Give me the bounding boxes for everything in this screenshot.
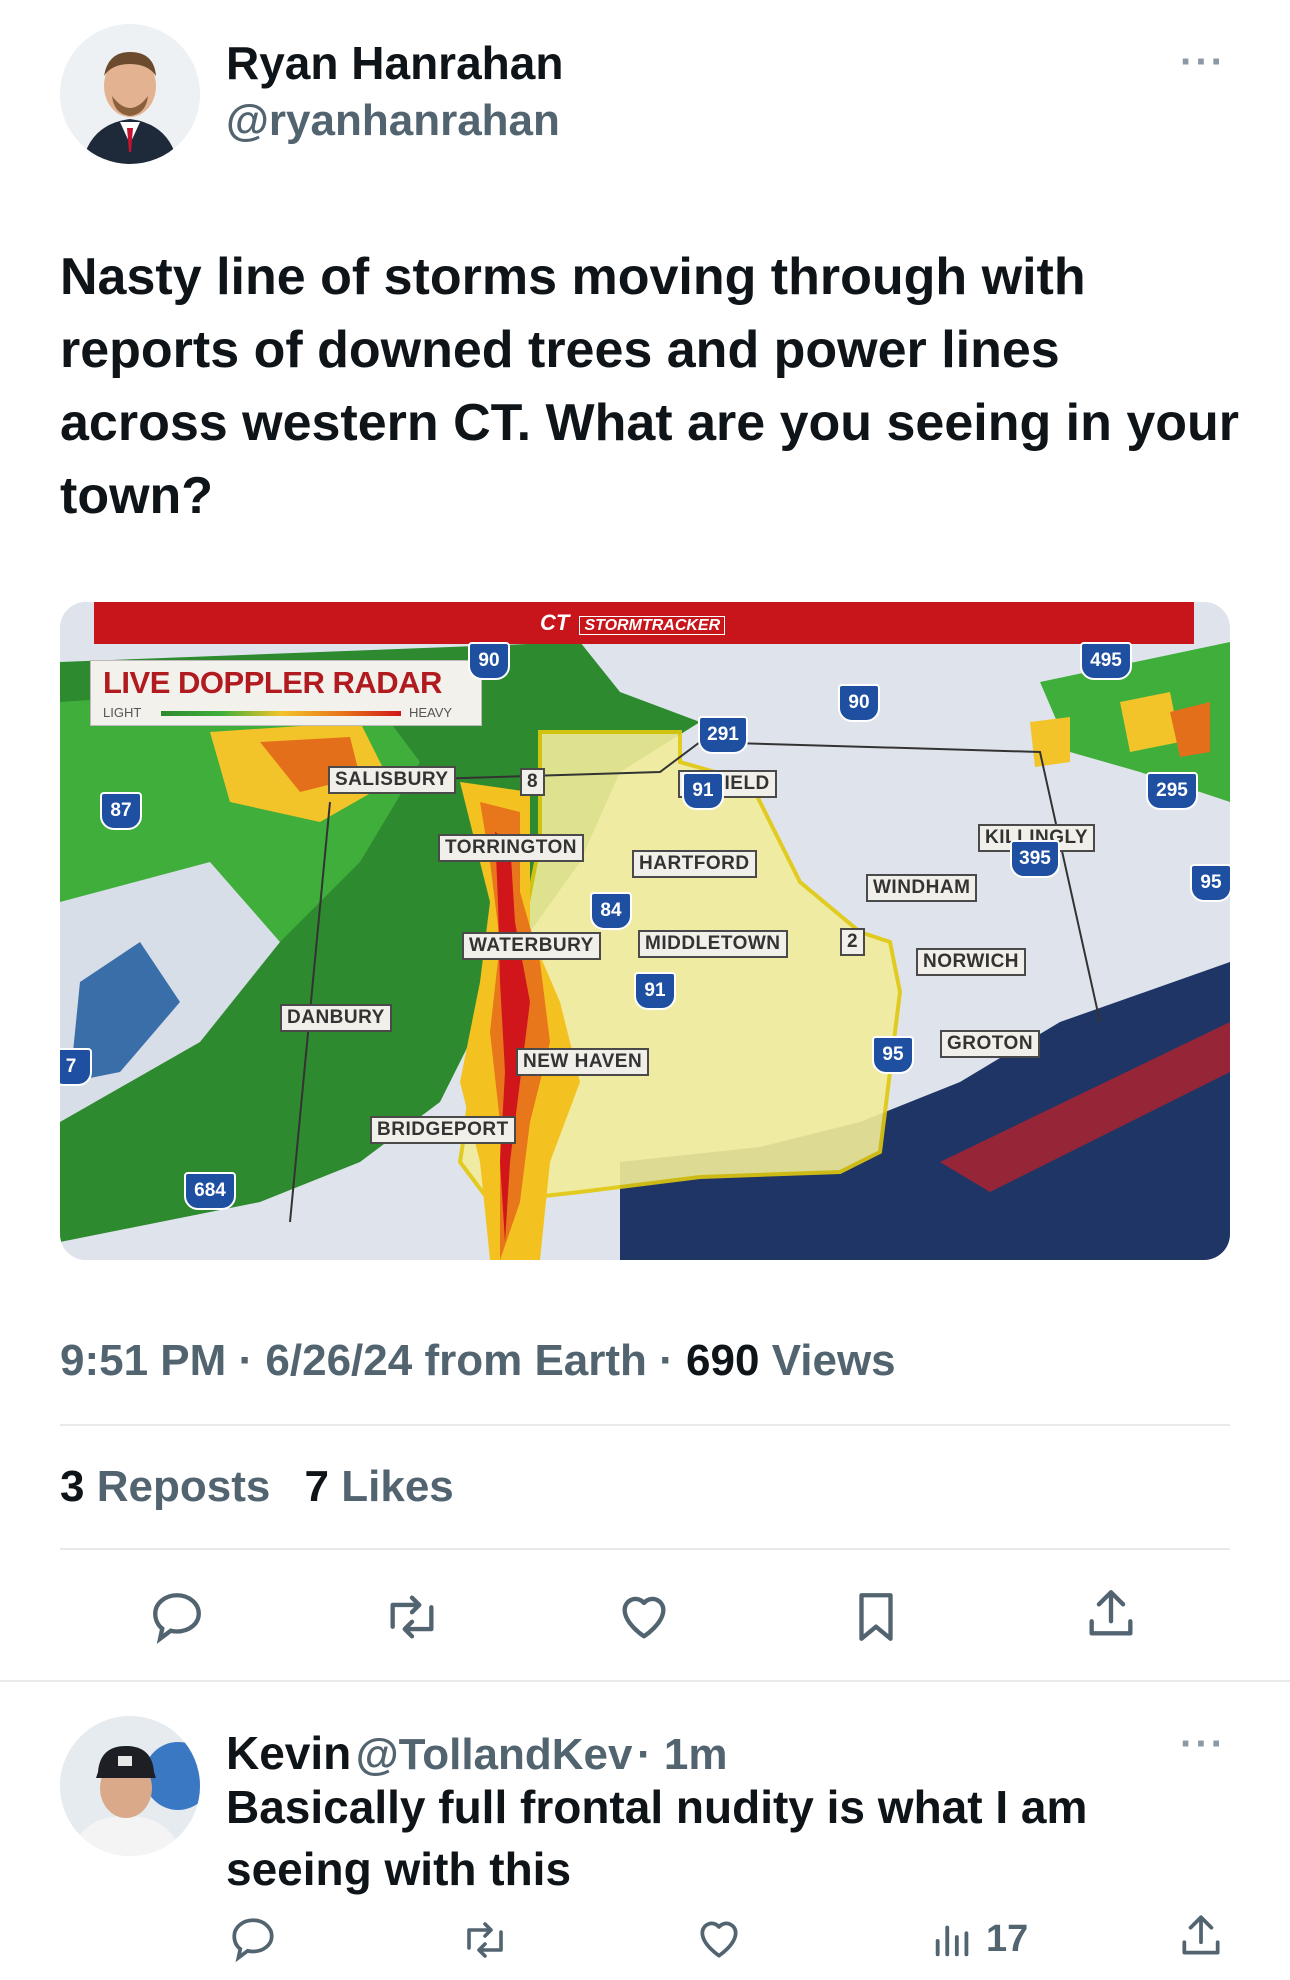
town-label: NEW HAVEN — [516, 1048, 650, 1076]
more-options-icon[interactable]: ··· — [1180, 40, 1226, 85]
reply-views-count: 17 — [986, 1917, 1029, 1960]
reply-views[interactable]: 17 — [930, 1916, 1028, 1962]
highway-shield: 95 — [1190, 864, 1230, 902]
tweet-meta: 9:51 PM · 6/26/24 from Earth · 690 Views — [60, 1336, 896, 1386]
town-label: SALISBURY — [328, 766, 456, 794]
highway-shield: 84 — [590, 892, 632, 930]
radar-brand: CT STORMTRACKER — [540, 610, 726, 636]
radar-brand-logo: CT — [540, 610, 570, 635]
highway-shield: 295 — [1146, 772, 1198, 810]
reply-author-avatar[interactable] — [60, 1716, 200, 1856]
highway-shield: 684 — [184, 1172, 236, 1210]
radar-brand-sub: STORMTRACKER — [579, 616, 726, 635]
repost-icon[interactable] — [380, 1588, 444, 1646]
reply-header: Kevin @TollandKev · 1m — [226, 1726, 727, 1780]
likes-count: 7 — [304, 1462, 330, 1511]
divider — [60, 1424, 1230, 1426]
highway-shield: 90 — [468, 642, 510, 680]
reply-more-options-icon[interactable]: ··· — [1180, 1722, 1226, 1767]
meta-separator: · — [238, 1336, 266, 1385]
town-label: DANBURY — [280, 1004, 392, 1032]
tweet-media-radar-map[interactable]: CT STORMTRACKER LIVE DOPPLER RADAR LIGHT… — [60, 602, 1230, 1260]
reply-reply-icon[interactable] — [228, 1914, 278, 1964]
views-count: 690 — [686, 1336, 760, 1385]
tweet-date-source[interactable]: 6/26/24 from Earth — [265, 1336, 647, 1385]
highway-shield: 495 — [1080, 642, 1132, 680]
town-label: TORRINGTON — [438, 834, 585, 862]
highway-shield: 90 — [838, 684, 880, 722]
reply-share-icon[interactable] — [1176, 1910, 1226, 1962]
reply-repost-icon[interactable] — [458, 1916, 512, 1964]
author-handle[interactable]: @ryanhanrahan — [226, 96, 560, 146]
town-label: BRIDGEPORT — [370, 1116, 516, 1144]
reply-like-icon[interactable] — [694, 1914, 744, 1964]
radar-scale-bar — [161, 711, 401, 716]
author-name[interactable]: Ryan Hanrahan — [226, 36, 563, 90]
town-label: HARTFORD — [632, 850, 757, 878]
reply-author-name[interactable]: Kevin — [226, 1727, 351, 1779]
town-label: WATERBURY — [462, 932, 601, 960]
tweet-time[interactable]: 9:51 PM — [60, 1336, 226, 1385]
likes-stat[interactable]: 7 Likes — [305, 1462, 454, 1511]
radar-title: LIVE DOPPLER RADAR — [103, 665, 442, 700]
likes-label: Likes — [341, 1462, 454, 1511]
like-icon[interactable] — [614, 1588, 674, 1646]
route-sign: 8 — [520, 768, 546, 796]
share-icon[interactable] — [1082, 1584, 1140, 1644]
reply-icon[interactable] — [148, 1588, 206, 1646]
reposts-label: Reposts — [96, 1462, 271, 1511]
town-label: NORWICH — [916, 948, 1027, 976]
route-sign: 2 — [840, 928, 866, 956]
views-label: Views — [771, 1336, 896, 1385]
reposts-stat[interactable]: 3 Reposts — [60, 1462, 283, 1511]
author-avatar[interactable] — [60, 24, 200, 164]
tweet-stats: 3 Reposts 7 Likes — [60, 1462, 454, 1512]
reply-time[interactable]: · 1m — [637, 1730, 727, 1779]
divider — [60, 1548, 1230, 1550]
meta-separator: · — [659, 1336, 687, 1385]
town-label: MIDDLETOWN — [638, 930, 788, 958]
bookmark-icon[interactable] — [850, 1588, 902, 1646]
reply-author-handle[interactable]: @TollandKev — [356, 1730, 633, 1779]
town-label: WINDHAM — [866, 874, 978, 902]
radar-scale-light: LIGHT — [103, 705, 142, 720]
section-divider — [0, 1680, 1290, 1682]
town-label: GROTON — [940, 1030, 1041, 1058]
highway-shield: 95 — [872, 1036, 914, 1074]
highway-shield: 291 — [698, 716, 748, 754]
reposts-count: 3 — [60, 1462, 85, 1511]
highway-shield: 91 — [634, 972, 676, 1010]
highway-shield: 395 — [1010, 840, 1060, 878]
highway-shield: 91 — [682, 772, 724, 810]
highway-shield: 7 — [60, 1048, 92, 1086]
highway-shield: 87 — [100, 792, 142, 830]
radar-legend-box: LIVE DOPPLER RADAR LIGHT HEAVY — [90, 660, 482, 726]
radar-scale-heavy: HEAVY — [409, 705, 453, 720]
tweet-text: Nasty line of storms moving through with… — [60, 248, 1240, 525]
views-icon — [930, 1916, 976, 1962]
reply-text: Basically full frontal nudity is what I … — [226, 1781, 1088, 1895]
